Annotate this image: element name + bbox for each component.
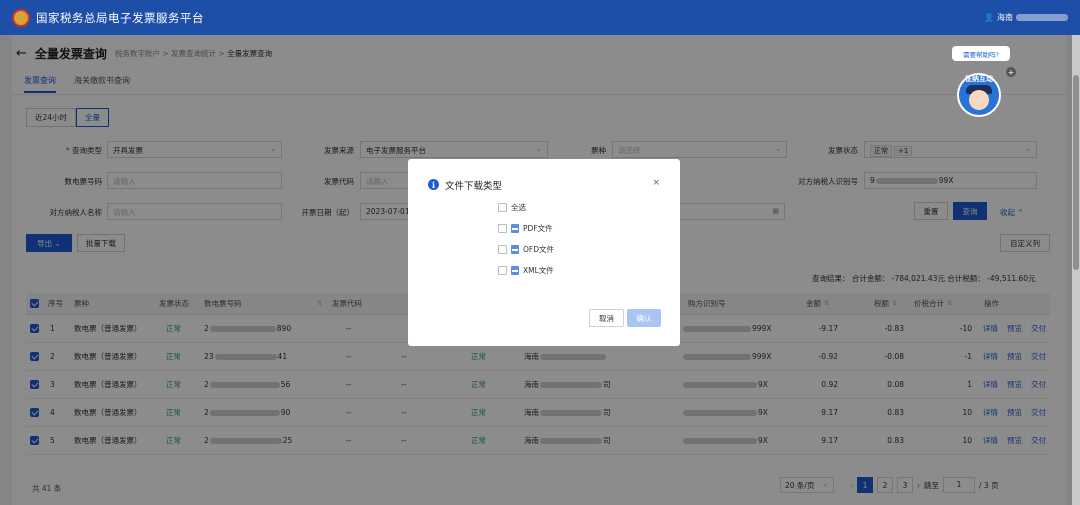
option-ofd[interactable]: OFD文件 <box>498 244 554 255</box>
info-icon: i <box>428 179 439 190</box>
file-icon <box>511 224 519 233</box>
xml-checkbox[interactable] <box>498 266 507 275</box>
tax-emblem-icon <box>12 8 30 27</box>
mascot-text: 征纳互动 <box>965 75 993 83</box>
help-bubble[interactable]: 需要帮助吗? <box>952 46 1010 61</box>
download-type-dialog: i 文件下载类型 × 全选 PDF文件 OFD文件 XML文件 取消 确认 <box>408 159 680 346</box>
file-icon <box>511 245 519 254</box>
confirm-button[interactable]: 确认 <box>627 309 661 327</box>
pdf-checkbox[interactable] <box>498 224 507 233</box>
option-xml[interactable]: XML文件 <box>498 265 554 276</box>
cancel-button[interactable]: 取消 <box>589 309 624 327</box>
user-name-prefix: 海南 <box>997 13 1013 22</box>
plus-icon[interactable]: + <box>1006 67 1016 77</box>
option-select-all[interactable]: 全选 <box>498 202 526 213</box>
platform-title: 国家税务总局电子发票服务平台 <box>36 10 204 25</box>
user-name-redacted <box>1016 14 1068 21</box>
option-pdf[interactable]: PDF文件 <box>498 223 553 234</box>
user-menu[interactable]: 👤 海南 <box>984 12 1068 23</box>
ofd-checkbox[interactable] <box>498 245 507 254</box>
mascot-face <box>969 90 989 110</box>
user-icon: 👤 <box>984 13 994 22</box>
top-header: 国家税务总局电子发票服务平台 👤 海南 <box>0 0 1080 35</box>
scrollbar-thumb[interactable] <box>1073 75 1079 270</box>
select-all-checkbox[interactable] <box>498 203 507 212</box>
dialog-title: 文件下载类型 <box>445 181 503 192</box>
file-icon <box>511 266 519 275</box>
close-icon[interactable]: × <box>652 178 660 188</box>
